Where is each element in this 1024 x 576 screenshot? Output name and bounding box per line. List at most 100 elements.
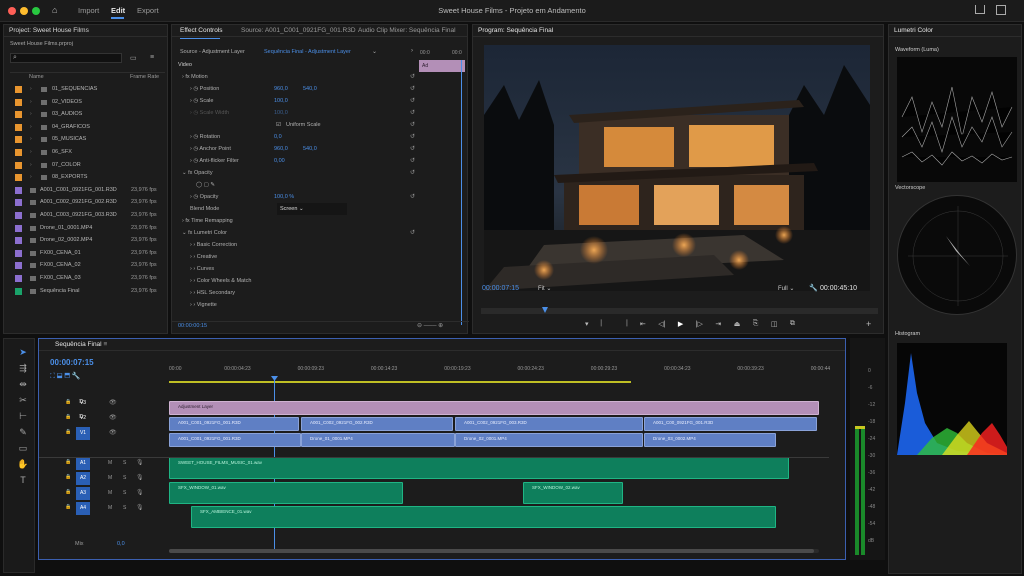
reset-icon[interactable]: ↺ (410, 131, 415, 143)
lumetri-subgroup[interactable]: › › Creative (172, 251, 407, 263)
lumetri-subgroup[interactable]: › › Color Wheels & Match (172, 275, 407, 287)
ec-playhead[interactable] (461, 60, 462, 325)
program-scrubber[interactable] (481, 307, 878, 314)
clip-row[interactable]: FX00_CENA_01 23,976 fps (1, 248, 169, 259)
export-frame-icon[interactable]: ◫ (771, 320, 778, 330)
go-to-in-icon[interactable]: ⇤ (640, 320, 646, 330)
add-marker-icon[interactable]: ▾ (585, 320, 589, 330)
chevron-right-icon[interactable]: › (30, 84, 32, 95)
blend-mode-dropdown[interactable]: Screen ⌄ (277, 203, 347, 215)
project-panel-title[interactable]: Project: Sweet House Films (4, 25, 167, 37)
opacity-group[interactable]: ⌄ fx Opacity ↺ (172, 167, 415, 179)
opacity-row[interactable]: › ◷ Opacity 100,0 % ↺ (172, 191, 415, 203)
lift-icon[interactable]: ⏏ (734, 320, 741, 330)
wrench-icon[interactable]: 🔧 (809, 284, 818, 292)
lumetri-title[interactable]: Lumetri Color (889, 25, 1021, 37)
mark-in-icon[interactable]: ⎸ (601, 320, 608, 330)
rectangle-tool-icon[interactable]: ▭ (17, 443, 29, 454)
nav-edit[interactable]: Edit (111, 6, 125, 15)
a2-audio-clip[interactable]: SFX_WINDOW_02.wav (523, 482, 623, 504)
chevron-right-icon[interactable]: › (30, 147, 32, 158)
fullscreen-icon[interactable] (996, 5, 1006, 15)
reset-icon[interactable]: ↺ (410, 119, 415, 131)
project-search-input[interactable]: ⌕ (10, 53, 122, 63)
sequence-dropdown[interactable]: Sequência Final - Adjustment Layer (264, 49, 351, 55)
lumetri-color-group[interactable]: ⌄ fx Lumetri Color ↺ (172, 227, 415, 239)
anchor-point-row[interactable]: › ◷ Anchor Point 960,0 540,0 ↺ (172, 143, 415, 155)
chevron-right-icon[interactable]: › (30, 160, 32, 171)
ripple-edit-tool-icon[interactable]: ⇹ (17, 379, 29, 390)
tab-effect-controls[interactable]: Effect Controls (180, 25, 223, 37)
clip-row[interactable]: Drone_01_0001.MP4 23,976 fps (1, 223, 169, 234)
timeline-scrollbar[interactable] (169, 549, 819, 553)
source-label[interactable]: Source - Adjustment Layer (180, 49, 245, 55)
lumetri-subgroup[interactable]: › › Vignette (172, 299, 407, 311)
v2-clip[interactable]: A001_C00_0921FG_001.R3D (644, 417, 817, 431)
reset-icon[interactable]: ↺ (410, 191, 415, 203)
clip-row[interactable]: Sequência Final 23,976 fps (1, 286, 169, 297)
v1-clip[interactable]: Drone_02_0001.MP4 (455, 433, 643, 447)
anchor-point-row-value-y[interactable]: 540,0 (303, 143, 317, 155)
slip-tool-icon[interactable]: ⊢ (17, 411, 29, 422)
col-name-header[interactable]: Name (29, 74, 44, 80)
bin-row[interactable]: › 02_VIDEOS (1, 97, 169, 108)
reset-icon[interactable]: ↺ (410, 71, 415, 83)
bin-row[interactable]: › 04_GRAFICOS (1, 122, 169, 133)
anchor-point-row-value[interactable]: 960,0 (274, 143, 288, 155)
tab-source[interactable]: Source: A001_C001_0921FG_001.R3D (241, 25, 356, 37)
adjustment-layer-clip[interactable]: Adjustment Layer (169, 401, 819, 415)
bin-row[interactable]: › 03_AUDIOS (1, 109, 169, 120)
clip-row[interactable]: FX00_CENA_02 23,976 fps (1, 260, 169, 271)
chevron-right-icon[interactable]: › (30, 122, 32, 133)
step-forward-icon[interactable]: |▷ (696, 320, 703, 330)
mix-value[interactable]: 0,0 (117, 541, 125, 547)
v1-clip[interactable]: Drone_03_0002.MP4 (644, 433, 776, 447)
track-select-tool-icon[interactable]: ⇶ (17, 363, 29, 374)
bin-row[interactable]: › 01_SEQUENCIAS (1, 84, 169, 95)
antiflicker-row[interactable]: › ◷ Anti-flicker Filter 0,00 ↺ (172, 155, 415, 167)
program-monitor-title[interactable]: Program: Sequência Final (473, 25, 883, 37)
rotation-row[interactable]: › ◷ Rotation 0,0 ↺ (172, 131, 415, 143)
zoom-window-button[interactable] (32, 7, 40, 15)
v2-clip[interactable]: A001_C001_0921FG_001.R3D (169, 417, 299, 431)
tab-audio-clip-mixer[interactable]: Audio Clip Mixer: Sequência Final (358, 25, 456, 37)
bin-row[interactable]: › 08_EXPORTS (1, 172, 169, 183)
minimize-window-button[interactable] (20, 7, 28, 15)
clip-row[interactable]: A001_C003_0921FG_003.R3D 23,976 fps (1, 210, 169, 221)
add-button-icon[interactable]: + (866, 319, 871, 329)
clip-row[interactable]: A001_C002_0921FG_002.R3D 23,976 fps (1, 197, 169, 208)
v2-clip[interactable]: A001_C002_0921FG_002.R3D (301, 417, 453, 431)
a3-audio-clip[interactable]: SFX_AMBIENCE_01.wav (191, 506, 776, 528)
clip-row[interactable]: FX00_CENA_03 23,976 fps (1, 273, 169, 284)
uniform-scale-checkbox[interactable]: ☑ (276, 119, 281, 131)
new-bin-icon[interactable]: ▭ (130, 54, 137, 62)
a2-audio-clip[interactable]: SFX_WINDOW_01.wav (169, 482, 403, 504)
step-back-icon[interactable]: ◁| (658, 320, 665, 330)
col-frame-rate-header[interactable]: Frame Rate (130, 74, 159, 80)
reset-icon[interactable]: ↺ (410, 155, 415, 167)
reset-icon[interactable]: ↺ (410, 83, 415, 95)
reset-icon[interactable]: ↺ (410, 107, 415, 119)
pen-tool-icon[interactable]: ✎ (17, 427, 29, 438)
clip-row[interactable]: Drone_02_0002.MP4 23,976 fps (1, 235, 169, 246)
v1-clip[interactable]: Drone_01_0001.MP4 (301, 433, 455, 447)
scale-row[interactable]: › ◷ Scale 100,0 ↺ (172, 95, 415, 107)
reset-icon[interactable]: ↺ (410, 95, 415, 107)
lumetri-subgroup[interactable]: › › HSL Secondary (172, 287, 407, 299)
quality-dropdown[interactable]: Full ⌄ (778, 285, 794, 292)
program-video-frame[interactable] (484, 45, 870, 291)
chevron-right-icon[interactable]: › (30, 172, 32, 183)
zoom-slider-icon[interactable]: ⊖ ─── ⊕ (417, 322, 443, 329)
time-remapping-group[interactable]: › fx Time Remapping (172, 215, 407, 227)
scale-width-row-value[interactable]: 100,0 (274, 107, 288, 119)
a1-audio-clip[interactable]: SWEET_HOUSE_FILMS_MUSIC_01.wav (169, 457, 789, 479)
share-icon[interactable] (975, 5, 985, 14)
close-window-button[interactable] (8, 7, 16, 15)
fit-dropdown[interactable]: Fit ⌄ (538, 285, 551, 292)
ec-current-timecode[interactable]: 00:00:00:15 (178, 323, 207, 329)
go-to-out-icon[interactable]: ⇥ (715, 320, 721, 330)
lumetri-subgroup[interactable]: › › Basic Correction (172, 239, 407, 251)
scale-row-value[interactable]: 100,0 (274, 95, 288, 107)
bin-row[interactable]: › 06_SFX (1, 147, 169, 158)
scale-width-row[interactable]: › ◷ Scale Width 100,0 ↺ (172, 107, 415, 119)
